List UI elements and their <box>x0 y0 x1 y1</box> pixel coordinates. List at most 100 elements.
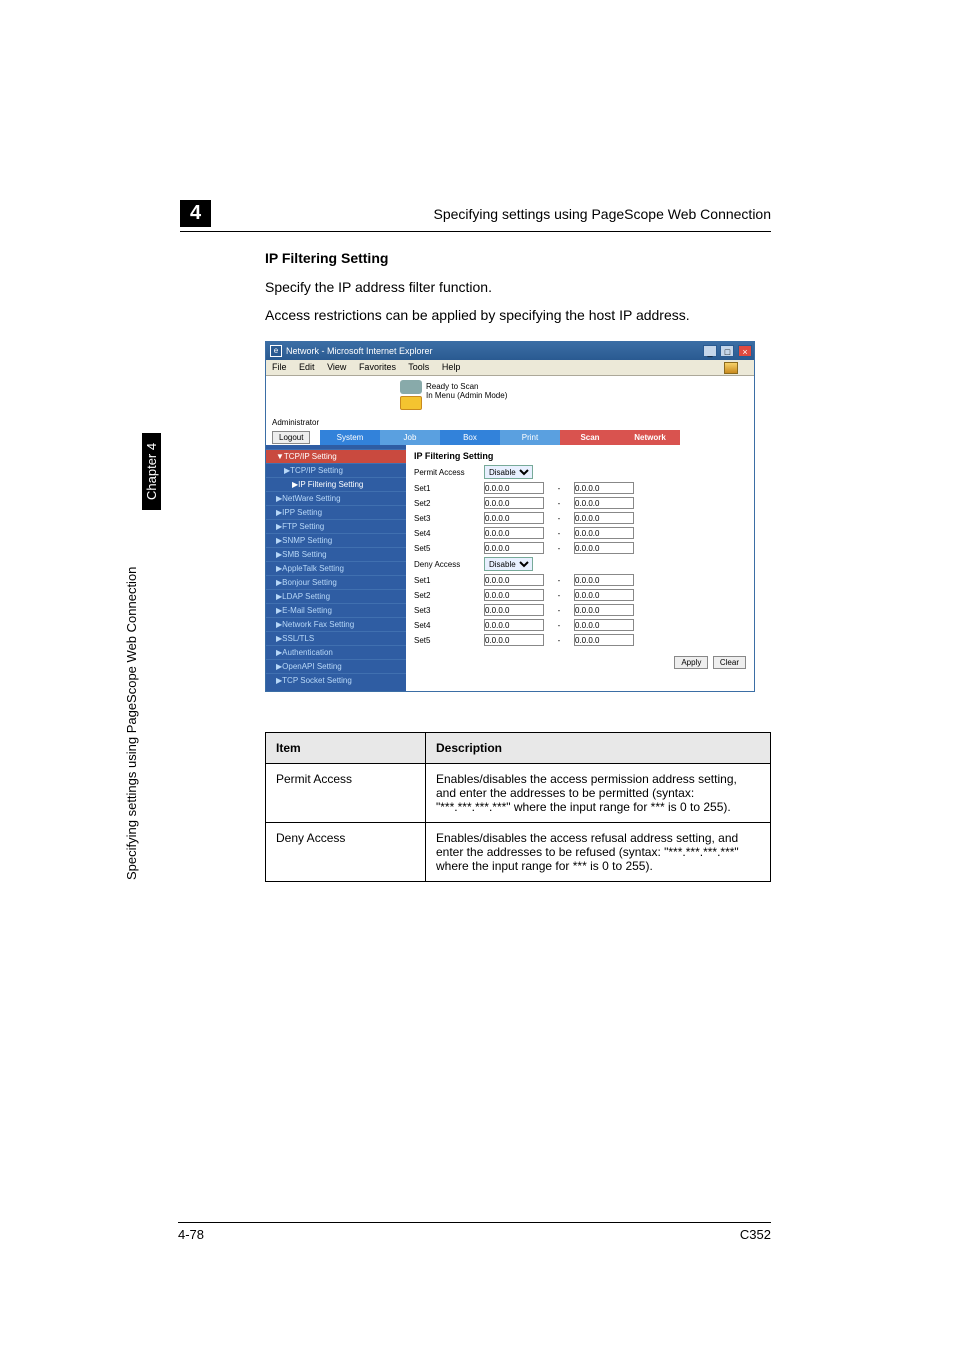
deny-set1-from[interactable] <box>484 574 544 586</box>
status-area: Ready to Scan In Menu (Admin Mode) <box>266 376 754 416</box>
close-button[interactable]: × <box>738 345 752 357</box>
side-chapter-tag: Chapter 4 <box>142 433 161 510</box>
page-header: 4 Specifying settings using PageScope We… <box>180 200 771 232</box>
sidebar-item-ipfiltering[interactable]: ▶IP Filtering Setting <box>266 477 406 491</box>
admin-label: Administrator <box>266 416 754 431</box>
permit-set1-label: Set1 <box>414 484 484 493</box>
permit-set1-from[interactable] <box>484 482 544 494</box>
tab-print[interactable]: Print <box>500 430 560 445</box>
chapter-number: 4 <box>180 200 211 227</box>
deny-set2-label: Set2 <box>414 591 484 600</box>
sidebar-item-snmp[interactable]: ▶SNMP Setting <box>266 533 406 547</box>
tab-scan[interactable]: Scan <box>560 430 620 445</box>
sidebar: ▼TCP/IP Setting ▶TCP/IP Setting ▶IP Filt… <box>266 445 406 691</box>
permit-access-label: Permit Access <box>414 468 484 477</box>
status-line1: Ready to Scan <box>426 382 754 391</box>
permit-set4-from[interactable] <box>484 527 544 539</box>
deny-set3-from[interactable] <box>484 604 544 616</box>
permit-set5-label: Set5 <box>414 544 484 553</box>
sidebar-item-auth[interactable]: ▶Authentication <box>266 645 406 659</box>
deny-set4-to[interactable] <box>574 619 634 631</box>
browser-screenshot: e Network - Microsoft Internet Explorer … <box>265 341 755 692</box>
page-footer: 4-78 C352 <box>178 1222 771 1242</box>
deny-set2-to[interactable] <box>574 589 634 601</box>
permit-set2-to[interactable] <box>574 497 634 509</box>
sidebar-item-appletalk[interactable]: ▶AppleTalk Setting <box>266 561 406 575</box>
content: IP Filtering Setting Specify the IP addr… <box>265 250 771 882</box>
permit-set2-from[interactable] <box>484 497 544 509</box>
deny-access-label: Deny Access <box>414 560 484 569</box>
menu-tools[interactable]: Tools <box>408 362 429 372</box>
td-deny-item: Deny Access <box>266 823 426 882</box>
titlebar: e Network - Microsoft Internet Explorer … <box>266 342 754 360</box>
form-title: IP Filtering Setting <box>414 451 746 461</box>
menubar: File Edit View Favorites Tools Help <box>266 360 754 376</box>
deny-set2-from[interactable] <box>484 589 544 601</box>
menu-favorites[interactable]: Favorites <box>359 362 396 372</box>
sidebar-item-smb[interactable]: ▶SMB Setting <box>266 547 406 561</box>
dash: - <box>544 484 574 493</box>
scanner-icon <box>400 380 422 394</box>
clear-button[interactable]: Clear <box>713 656 746 669</box>
sidebar-item-netware[interactable]: ▶NetWare Setting <box>266 491 406 505</box>
minimize-button[interactable]: _ <box>703 345 717 357</box>
permit-set4-label: Set4 <box>414 529 484 538</box>
sidebar-item-ipp[interactable]: ▶IPP Setting <box>266 505 406 519</box>
permit-set1-to[interactable] <box>574 482 634 494</box>
menu-edit[interactable]: Edit <box>299 362 315 372</box>
ie-icon: e <box>270 345 282 357</box>
logout-button[interactable]: Logout <box>272 431 310 444</box>
chapter-title: Specifying settings using PageScope Web … <box>235 206 771 222</box>
sidebar-item-tcpsocket[interactable]: ▶TCP Socket Setting <box>266 673 406 687</box>
sidebar-item-tcpip-parent[interactable]: ▼TCP/IP Setting <box>266 449 406 463</box>
sidebar-item-email[interactable]: ▶E-Mail Setting <box>266 603 406 617</box>
menu-view[interactable]: View <box>327 362 346 372</box>
menu-help[interactable]: Help <box>442 362 461 372</box>
deny-set4-label: Set4 <box>414 621 484 630</box>
tab-system[interactable]: System <box>320 430 380 445</box>
nav-tabs: System Job Box Print Scan Network <box>320 430 754 445</box>
td-deny-desc: Enables/disables the access refusal addr… <box>426 823 771 882</box>
footer-model: C352 <box>740 1227 771 1242</box>
tab-box[interactable]: Box <box>440 430 500 445</box>
deny-set5-from[interactable] <box>484 634 544 646</box>
side-rotated-title: Specifying settings using PageScope Web … <box>124 567 139 880</box>
deny-set3-label: Set3 <box>414 606 484 615</box>
permit-set3-to[interactable] <box>574 512 634 524</box>
permit-set2-label: Set2 <box>414 499 484 508</box>
deny-set3-to[interactable] <box>574 604 634 616</box>
sidebar-item-tcpip[interactable]: ▶TCP/IP Setting <box>266 463 406 477</box>
permit-set5-to[interactable] <box>574 542 634 554</box>
sidebar-item-openapi[interactable]: ▶OpenAPI Setting <box>266 659 406 673</box>
description-table: Item Description Permit Access Enables/d… <box>265 732 771 882</box>
deny-set4-from[interactable] <box>484 619 544 631</box>
deny-set1-to[interactable] <box>574 574 634 586</box>
tab-job[interactable]: Job <box>380 430 440 445</box>
tab-network[interactable]: Network <box>620 430 680 445</box>
deny-access-select[interactable]: Disable <box>484 557 533 571</box>
permit-access-select[interactable]: Disable <box>484 465 533 479</box>
permit-set5-from[interactable] <box>484 542 544 554</box>
window-buttons: _ □ × <box>702 345 752 357</box>
permit-set4-to[interactable] <box>574 527 634 539</box>
apply-button[interactable]: Apply <box>674 656 708 669</box>
sidebar-item-ssl[interactable]: ▶SSL/TLS <box>266 631 406 645</box>
sidebar-item-networkfax[interactable]: ▶Network Fax Setting <box>266 617 406 631</box>
td-permit-item: Permit Access <box>266 764 426 823</box>
td-permit-desc: Enables/disables the access permission a… <box>426 764 771 823</box>
sidebar-item-ftp[interactable]: ▶FTP Setting <box>266 519 406 533</box>
menu-file[interactable]: File <box>272 362 287 372</box>
permit-set3-from[interactable] <box>484 512 544 524</box>
deny-set5-label: Set5 <box>414 636 484 645</box>
intro-paragraph-2: Access restrictions can be applied by sp… <box>265 306 771 326</box>
deny-set1-label: Set1 <box>414 576 484 585</box>
th-item: Item <box>266 733 426 764</box>
deny-set5-to[interactable] <box>574 634 634 646</box>
form-area: IP Filtering Setting Permit Access Disab… <box>406 445 754 691</box>
window-title: Network - Microsoft Internet Explorer <box>286 346 433 356</box>
sidebar-item-ldap[interactable]: ▶LDAP Setting <box>266 589 406 603</box>
status-line2: In Menu (Admin Mode) <box>426 391 754 400</box>
maximize-button[interactable]: □ <box>720 345 734 357</box>
sidebar-item-bonjour[interactable]: ▶Bonjour Setting <box>266 575 406 589</box>
th-description: Description <box>426 733 771 764</box>
